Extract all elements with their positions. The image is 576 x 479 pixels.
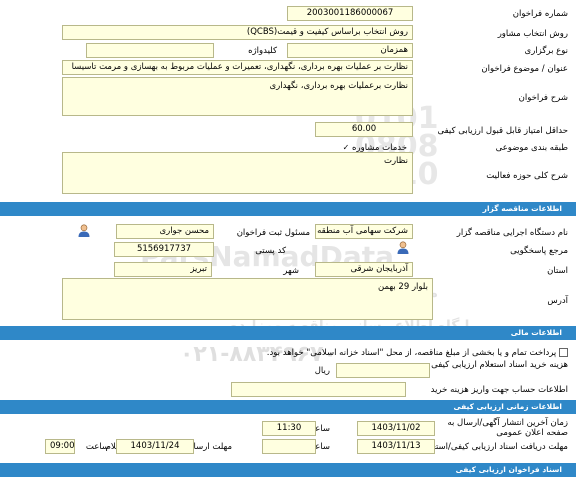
doc-fee-label: هزینه خرید اسناد استعلام ارزیابی کیفی [431, 360, 568, 370]
treasury-text: پرداخت تمام و یا بخشی از مبلغ مناقصه، از… [267, 347, 568, 359]
subject-label: عنوان / موضوع فراخوان [481, 64, 568, 74]
activity-area: نظارت [62, 152, 413, 194]
official-field: محسن جواری [116, 224, 214, 239]
receive-deadline-date-field: 1403/11/13 [357, 439, 435, 454]
doc-fee-field [336, 363, 430, 378]
city-field: تبریز [114, 262, 212, 277]
treasury-checkbox[interactable] [559, 348, 568, 357]
tender-number-field: 2003001186000067 [287, 6, 413, 21]
user-icon[interactable] [397, 241, 409, 254]
activity-label: شرح کلی حوزه فعالیت [486, 171, 568, 181]
subject-field: نظارت بر عملیات بهره برداری، نگهداری، تع… [62, 60, 413, 75]
tree-expand-icon[interactable]: ✓ [343, 143, 350, 152]
documents-section-header: اسناد فراخوان ارزیابی کیفی [0, 463, 576, 477]
financial-section-header: اطلاعات مالی [0, 326, 576, 340]
keyword-label: کلیدواژه [248, 46, 277, 56]
last-publish-time-field: 11:30 [262, 421, 316, 436]
reference-label: مرجع پاسخگویی [510, 246, 568, 256]
postal-code-field: 5156917737 [114, 242, 214, 257]
meeting-type-field: همزمان [287, 43, 413, 58]
province-label: استان [547, 266, 568, 276]
receive-deadline-time-field [262, 439, 316, 454]
reply-deadline-time-label: ساعت [85, 442, 109, 452]
reply-deadline-time-field: 09:00 [45, 439, 75, 454]
tender-number-label: شماره فراخوان [512, 9, 568, 19]
min-score-field: 60.00 [315, 122, 413, 137]
organizer-section-header: اطلاعات مناقصه گزار [0, 202, 576, 216]
reply-deadline-date-field: 1403/11/24 [116, 439, 194, 454]
address-label: آدرس [547, 296, 568, 306]
postal-code-label: کد پستی [255, 246, 286, 256]
account-label: اطلاعات حساب جهت واریز هزینه خرید [430, 385, 568, 395]
meeting-type-label: نوع برگزاری [524, 46, 568, 56]
description-area: نظارت برعملیات بهره برداری، نگهداری [62, 77, 413, 116]
receive-deadline-label: مهلت دریافت اسناد ارزیابی کیفی/استعلام [421, 442, 568, 452]
org-name-field: شرکت سهامی آب منطقه ای [315, 224, 413, 239]
description-label: شرح فراخوان [518, 93, 568, 103]
currency-label: ریال [314, 366, 330, 376]
consultant-method-field: روش انتخاب براساس کیفیت و قیمت(QCBS) [62, 25, 413, 40]
org-name-label: نام دستگاه اجرایی مناقصه گزار [456, 228, 568, 238]
city-label: شهر [283, 266, 299, 276]
last-publish-label: زمان آخرین انتشار آگهی/ارسال به صفحه اعل… [447, 418, 568, 438]
official-label: مسئول ثبت فراخوان [236, 228, 310, 238]
keyword-field [86, 43, 214, 58]
address-area: بلوار 29 بهمن [62, 278, 433, 320]
last-publish-date-field: 1403/11/02 [357, 421, 435, 436]
treasury-label: پرداخت تمام و یا بخشی از مبلغ مناقصه، از… [266, 348, 557, 358]
user-icon[interactable] [78, 224, 90, 237]
consultant-method-label: روش انتخاب مشاور [497, 29, 568, 39]
category-label: طبقه بندی موضوعی [495, 143, 568, 153]
min-score-label: حداقل امتیاز قابل قبول ارزیابی کیفی [437, 126, 568, 136]
province-field: آذربایجان شرقی [315, 262, 413, 277]
timing-section-header: اطلاعات زمانی ارزیابی کیفی [0, 400, 576, 414]
account-field [231, 382, 406, 397]
